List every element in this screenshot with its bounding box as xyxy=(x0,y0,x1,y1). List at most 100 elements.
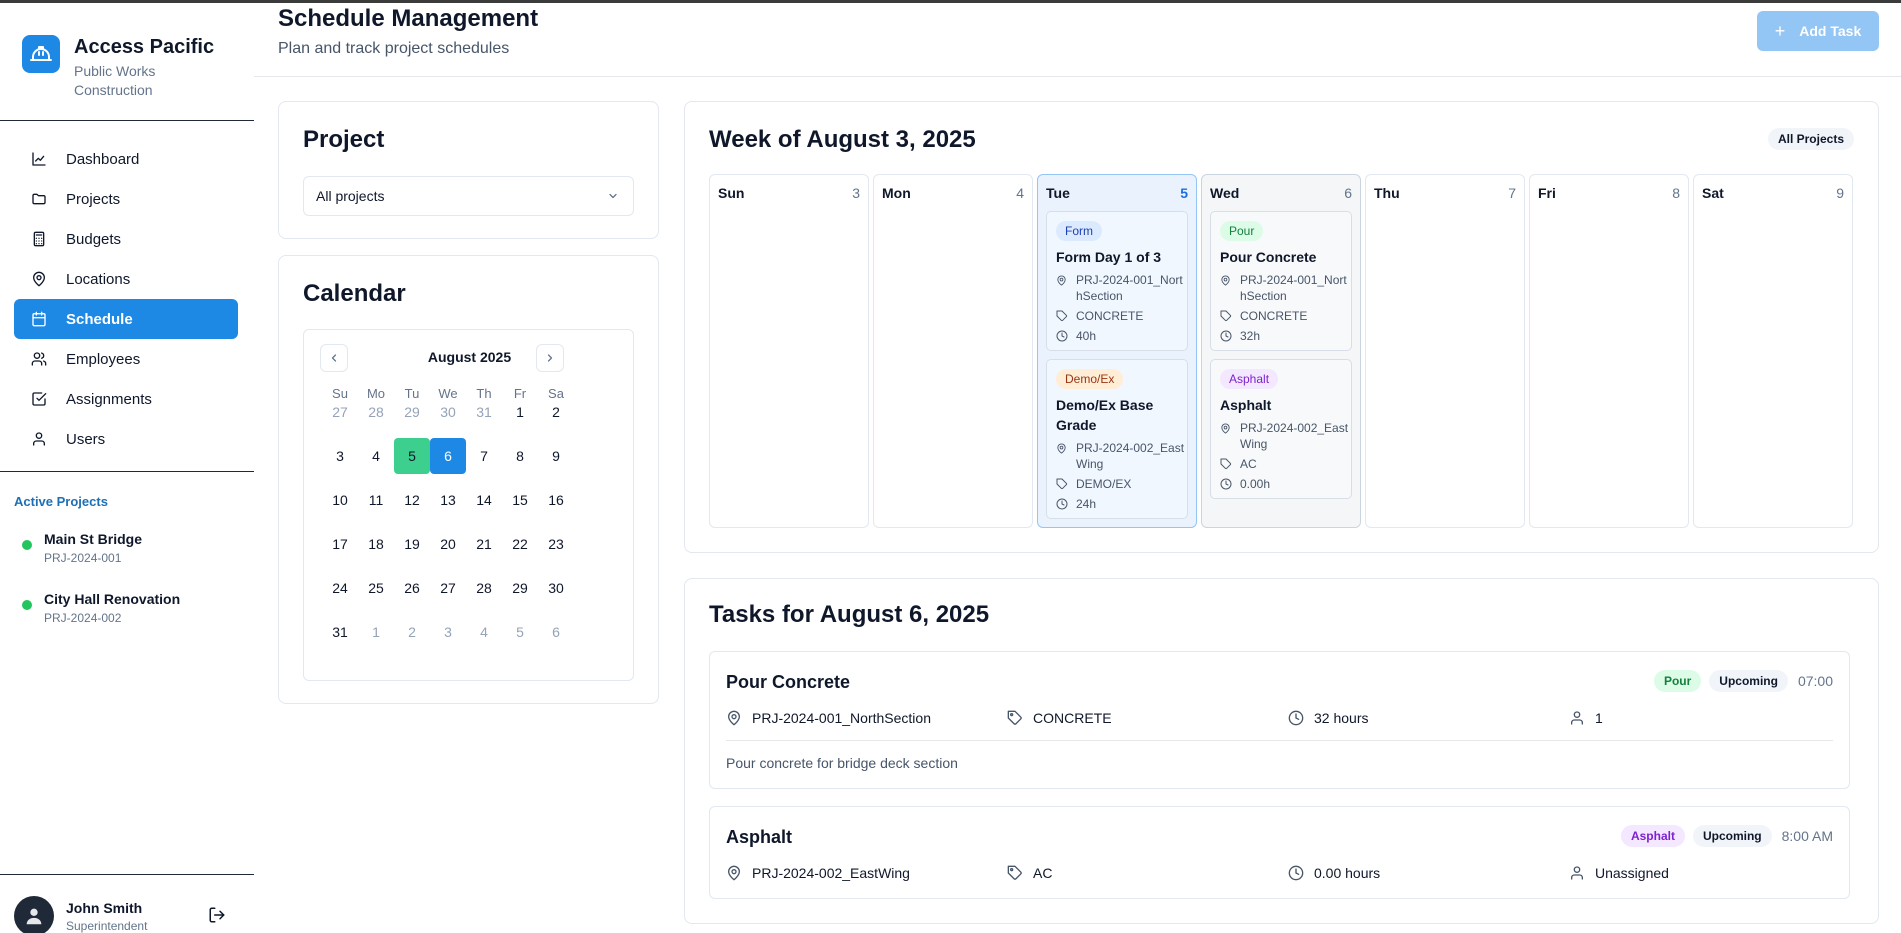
add-task-button[interactable]: + Add Task xyxy=(1757,11,1879,51)
schedule-event[interactable]: Form Form Day 1 of 3 PRJ-2024-001_NorthSec… xyxy=(1046,211,1188,351)
day-column-fri[interactable]: Fri 8 xyxy=(1529,174,1689,528)
sidebar-item-locations[interactable]: Locations xyxy=(14,259,238,299)
calendar-day[interactable]: 20 xyxy=(430,526,466,562)
calendar-day[interactable]: 22 xyxy=(502,526,538,562)
next-month-button[interactable] xyxy=(536,344,564,372)
day-column-sun[interactable]: Sun 3 xyxy=(709,174,869,528)
sidebar-item-assignments[interactable]: Assignments xyxy=(14,379,238,419)
calendar-day[interactable]: 2 xyxy=(394,614,430,650)
sidebar-item-dashboard[interactable]: Dashboard xyxy=(14,139,238,179)
calendar-day[interactable]: 19 xyxy=(394,526,430,562)
event-hours: 0.00h xyxy=(1220,476,1270,492)
project-filter-badge[interactable]: All Projects xyxy=(1767,128,1854,150)
sidebar-item-label: Projects xyxy=(66,190,121,208)
calendar-day[interactable]: 1 xyxy=(358,614,394,650)
sidebar-item-users[interactable]: Users xyxy=(14,419,238,459)
task-card[interactable]: Pour Concrete Pour Upcoming 07:00 PRJ-20… xyxy=(709,651,1850,789)
sidebar-item-projects[interactable]: Projects xyxy=(14,179,238,219)
user-profile[interactable]: John Smith Superintendent xyxy=(14,896,147,933)
task-hours-text: 0.00 hours xyxy=(1314,865,1381,881)
calendar-day[interactable]: 1 xyxy=(502,394,538,430)
calendar-day[interactable]: 29 xyxy=(394,394,430,430)
calendar-day[interactable]: 14 xyxy=(466,482,502,518)
active-projects-title: Active Projects xyxy=(14,494,108,509)
page-title: Schedule Management xyxy=(278,5,539,32)
calendar-day[interactable]: 2 xyxy=(538,394,574,430)
map-pin-icon xyxy=(726,865,742,881)
task-card[interactable]: Asphalt Asphalt Upcoming 8:00 AM PRJ-202… xyxy=(709,806,1850,899)
user-name: John Smith xyxy=(66,899,143,916)
project-select[interactable]: All projects xyxy=(303,176,634,216)
calendar-day[interactable]: 13 xyxy=(430,482,466,518)
project-code: PRJ-2024-001 xyxy=(44,551,122,565)
task-location: PRJ-2024-001_NorthSection xyxy=(726,710,931,726)
calendar-day[interactable]: 24 xyxy=(322,570,358,606)
calendar-day[interactable]: 5 xyxy=(394,438,430,474)
event-location-text: PRJ-2024-001_NorthSection xyxy=(1240,273,1347,303)
task-name: Pour Concrete xyxy=(726,672,851,692)
calendar-day[interactable]: 27 xyxy=(430,570,466,606)
sidebar-item-budgets[interactable]: Budgets xyxy=(14,219,238,259)
sidebar-item-employees[interactable]: Employees xyxy=(14,339,238,379)
calendar-day[interactable]: 25 xyxy=(358,570,394,606)
calendar-day[interactable]: 28 xyxy=(466,570,502,606)
calendar-day[interactable]: 27 xyxy=(322,394,358,430)
calculator-icon xyxy=(30,230,48,248)
calendar-day[interactable]: 15 xyxy=(502,482,538,518)
calendar-day[interactable]: 5 xyxy=(502,614,538,650)
day-column-tue[interactable]: Tue 5 Form Form Day 1 of 3 PRJ-2024-001_Nort… xyxy=(1037,174,1197,528)
day-column-mon[interactable]: Mon 4 xyxy=(873,174,1033,528)
calendar-day[interactable]: 16 xyxy=(538,482,574,518)
calendar-day[interactable]: 6 xyxy=(538,614,574,650)
chevron-down-icon xyxy=(607,190,619,202)
event-hours: 32h xyxy=(1220,328,1260,344)
calendar-day[interactable]: 30 xyxy=(430,394,466,430)
calendar-day[interactable]: 29 xyxy=(502,570,538,606)
calendar-day[interactable]: 18 xyxy=(358,526,394,562)
calendar-day[interactable]: 17 xyxy=(322,526,358,562)
task-location-text: PRJ-2024-002_EastWing xyxy=(752,865,910,881)
calendar-day[interactable]: 6 xyxy=(430,438,466,474)
map-pin-icon xyxy=(726,710,742,726)
day-name: Wed xyxy=(1210,185,1240,201)
users-icon xyxy=(30,350,48,368)
calendar-day[interactable]: 10 xyxy=(322,482,358,518)
calendar-day[interactable]: 23 xyxy=(538,526,574,562)
logout-icon[interactable] xyxy=(208,906,226,924)
calendar-day[interactable]: 28 xyxy=(358,394,394,430)
event-hours-text: 24h xyxy=(1076,497,1097,511)
task-divider xyxy=(726,740,1833,741)
day-column-sat[interactable]: Sat 9 xyxy=(1693,174,1853,528)
calendar-day[interactable]: 31 xyxy=(322,614,358,650)
task-time: 8:00 AM xyxy=(1781,828,1833,844)
schedule-event[interactable]: Demo/Ex Demo/Ex Base Grade PRJ-2024-002_Ea… xyxy=(1046,359,1188,519)
day-column-thu[interactable]: Thu 7 xyxy=(1365,174,1525,528)
active-project-item[interactable]: City Hall Renovation PRJ-2024-002 xyxy=(22,590,180,626)
calendar-day[interactable]: 3 xyxy=(322,438,358,474)
task-hours: 32 hours xyxy=(1288,710,1368,726)
calendar-day[interactable]: 4 xyxy=(358,438,394,474)
day-name: Thu xyxy=(1374,185,1400,201)
schedule-event[interactable]: Pour Pour Concrete PRJ-2024-001_NorthSecti… xyxy=(1210,211,1352,351)
project-select-value: All projects xyxy=(316,188,385,204)
active-project-item[interactable]: Main St Bridge PRJ-2024-001 xyxy=(22,530,142,566)
tag-icon xyxy=(1220,308,1234,324)
calendar-day[interactable]: 21 xyxy=(466,526,502,562)
schedule-event[interactable]: Asphalt Asphalt PRJ-2024-002_EastWing AC 0.0… xyxy=(1210,359,1352,499)
calendar-day[interactable]: 4 xyxy=(466,614,502,650)
calendar-day[interactable]: 7 xyxy=(466,438,502,474)
calendar-day[interactable]: 3 xyxy=(430,614,466,650)
calendar-day[interactable]: 26 xyxy=(394,570,430,606)
event-location: PRJ-2024-001_NorthSection xyxy=(1056,272,1186,304)
calendar-day[interactable]: 9 xyxy=(538,438,574,474)
event-code: DEMO/EX xyxy=(1056,476,1131,492)
brand[interactable]: Access Pacific Public Works Construction xyxy=(22,35,214,100)
calendar-day[interactable]: 11 xyxy=(358,482,394,518)
calendar-day[interactable]: 12 xyxy=(394,482,430,518)
day-column-wed[interactable]: Wed 6 Pour Pour Concrete PRJ-2024-001_NorthS… xyxy=(1201,174,1361,528)
tag-icon xyxy=(1007,865,1023,881)
calendar-day[interactable]: 30 xyxy=(538,570,574,606)
calendar-day[interactable]: 31 xyxy=(466,394,502,430)
sidebar-item-schedule[interactable]: Schedule xyxy=(14,299,238,339)
calendar-day[interactable]: 8 xyxy=(502,438,538,474)
